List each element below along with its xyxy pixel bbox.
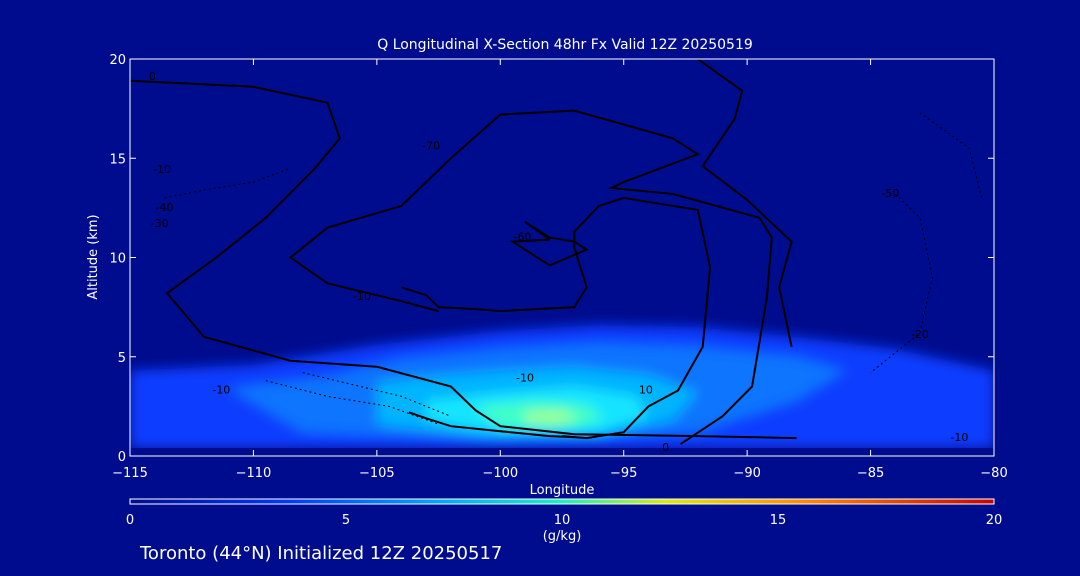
y-tick-label: 0 [118,450,126,465]
contour-label-1: -70 [422,139,440,152]
plot-area: -70 -60 -50 -40 -30 -20 -10 -10 -10 -10 -10 0 0 10 [129,58,995,457]
x-tick-label: −80 [980,466,1007,481]
x-tick-label: −100 [482,466,518,481]
x-tick-label: −85 [857,466,884,481]
contour-label-6: -20 [911,328,929,341]
x-tick-label: −90 [733,466,760,481]
colorbar-tick-label: 15 [770,513,787,528]
y-tick-label: 20 [109,53,126,68]
y-axis-label: Altitude (km) [86,214,101,299]
contour-label-10: -10 [950,431,968,444]
terrain [130,448,994,456]
contour-label-8: -10 [516,372,534,385]
x-axis-label: Longitude [530,483,595,498]
colorbar-ramp [129,498,995,505]
colorbar-tick-label: 10 [554,513,571,528]
y-tick-label: 15 [109,152,126,167]
contour-label-5: -30 [151,217,169,230]
x-tick-label: −95 [610,466,637,481]
contour-label-4: -40 [156,201,174,214]
colorbar-tick-label: 5 [342,513,350,528]
contour-label-13: 0 [149,70,156,83]
colorbar-ticks: 0 5 10 15 20 [126,513,1002,528]
chart-figure: Q Longitudinal X-Section 48hr Fx Valid 1… [86,37,1008,544]
contour-label-3: -50 [881,187,899,200]
x-tick-label: −110 [236,466,272,481]
x-tick-label: −105 [359,466,395,481]
contour-label-12: 0 [662,441,669,454]
y-tick-label: 5 [118,351,126,366]
colorbar: 0 5 10 15 20 (g/kg) [126,498,1002,544]
y-tick-label: 10 [109,252,126,267]
contour-label-9: -10 [212,383,230,396]
x-tick-label: −115 [112,466,148,481]
contour-label-11: -10 [153,163,171,176]
footer-caption: Toronto (44°N) Initialized 12Z 20250517 [140,543,503,564]
chart-title: Q Longitudinal X-Section 48hr Fx Valid 1… [377,37,753,53]
colorbar-tick-label: 0 [126,513,134,528]
contour-label-2: -60 [514,231,532,244]
contour-label-14: 10 [639,383,653,396]
colorbar-tick-label: 20 [986,513,1003,528]
contour-label-7: -10 [353,290,371,303]
colorbar-label: (g/kg) [543,529,582,544]
